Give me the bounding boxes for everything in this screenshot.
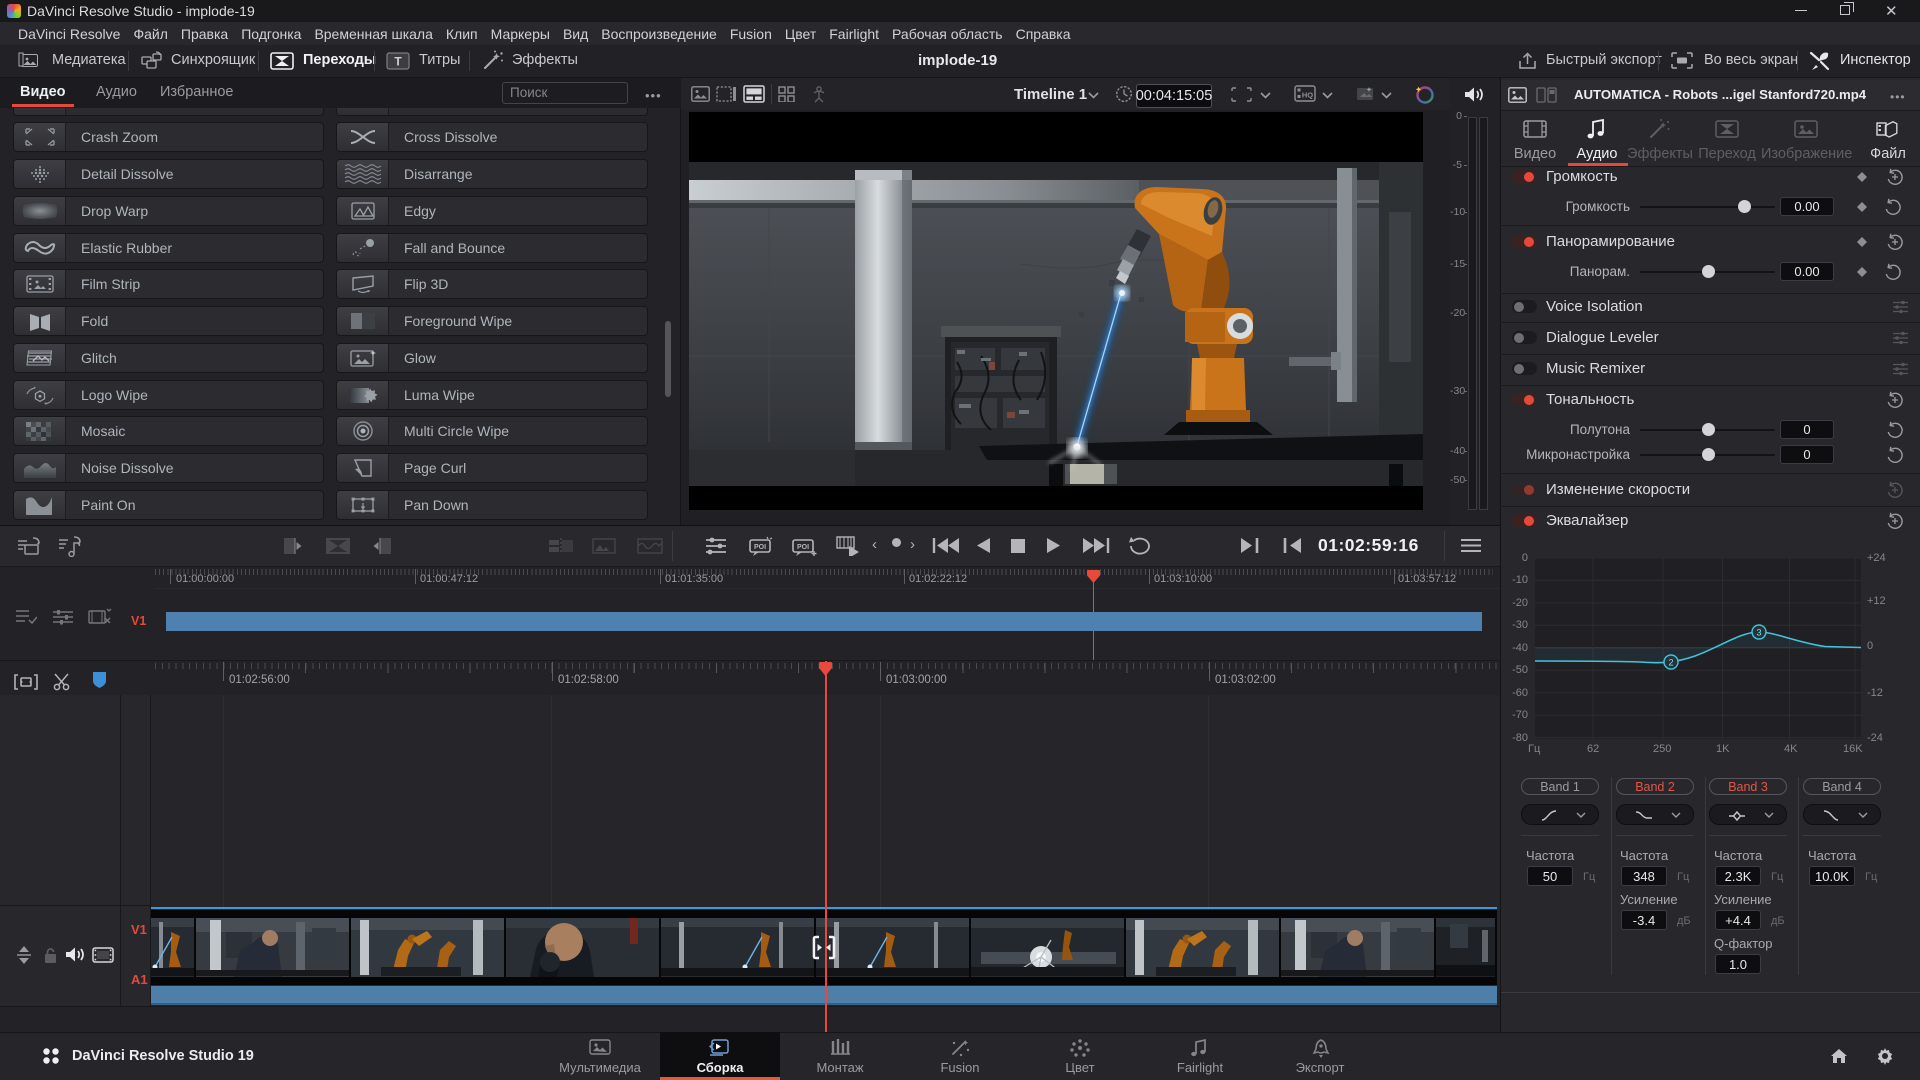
svg-text:2: 2	[1668, 658, 1673, 668]
svg-text:3: 3	[1756, 628, 1761, 638]
svg-text:POI: POI	[754, 544, 766, 551]
svg-text:POI: POI	[797, 544, 809, 551]
svg-text:HQ: HQ	[1302, 91, 1313, 100]
svg-text:T: T	[394, 55, 402, 69]
